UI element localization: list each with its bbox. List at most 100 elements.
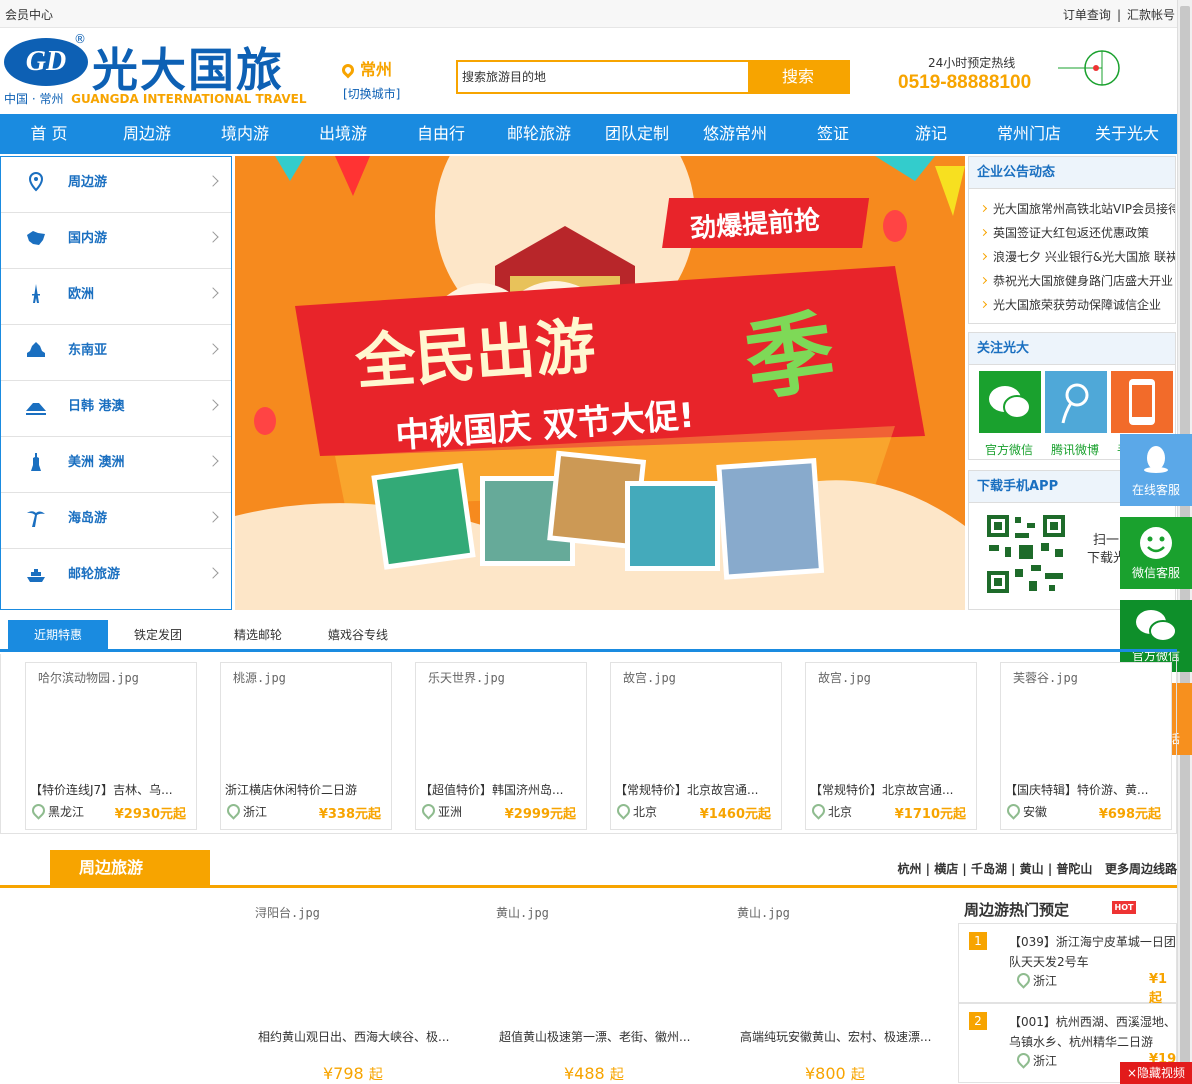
announcement-list: 光大国旅常州高铁北站VIP会员接待 英国签证大红包返还优惠政策 浪漫七夕 兴业银… <box>969 189 1175 317</box>
deal-place: 安徽 <box>1007 803 1047 820</box>
deal-place: 亚洲 <box>422 803 462 820</box>
tab-guaranteed[interactable]: 铁定发团 <box>108 620 208 650</box>
switch-city-link[interactable]: [切换城市] <box>343 85 400 102</box>
deal-card[interactable]: 芙蓉谷.jpg 【国庆特辑】特价游、黄... 安徽 ¥698元起 <box>1000 662 1172 830</box>
hot-item[interactable]: 1 【039】浙江海宁皮革城一日团队天天发2号车 浙江 ¥1起 <box>958 923 1177 1006</box>
nav-travel-notes[interactable]: 游记 <box>882 114 980 154</box>
nav-domestic[interactable]: 境内游 <box>196 114 294 154</box>
tencent-weibo-icon[interactable] <box>1045 371 1107 433</box>
tour-image: 黄山.jpg <box>737 906 790 920</box>
tour-price: ¥800 起 <box>805 1064 865 1083</box>
deal-place: 北京 <box>812 803 852 820</box>
mobile-phone-icon[interactable] <box>1111 371 1173 433</box>
chevron-right-icon <box>207 175 219 187</box>
deal-image: 桃源.jpg <box>233 671 286 685</box>
follow-label[interactable]: 官方微信 <box>985 441 1033 458</box>
nav-visa[interactable]: 签证 <box>784 114 882 154</box>
banner-title-accent: 季 <box>739 298 841 414</box>
order-query-link[interactable]: 订单查询 <box>1063 8 1111 22</box>
nav-stores[interactable]: 常州门店 <box>980 114 1078 154</box>
chevron-right-icon <box>207 399 219 411</box>
announcement-item[interactable]: 光大国旅荣获劳动保障诚信企业 <box>969 293 1175 317</box>
announcement-item[interactable]: 英国签证大红包返还优惠政策 <box>969 221 1175 245</box>
remit-account-link[interactable]: 汇款帐号 <box>1127 8 1175 22</box>
deal-card[interactable]: 故宫.jpg 【常规特价】北京故宫通... 北京 ¥1710元起 <box>805 662 977 830</box>
deal-title: 【常规特价】北京故宫通... <box>810 783 954 797</box>
sidebar-item-cruise[interactable]: 邮轮旅游 <box>1 549 231 605</box>
nav-free-travel[interactable]: 自由行 <box>392 114 490 154</box>
more-nearby-link[interactable]: 更多周边线路 <box>1105 862 1177 876</box>
tour-title: 相约黄山观日出、西海大峡谷、极... <box>258 1030 450 1044</box>
tab-recent-deals[interactable]: 近期特惠 <box>8 620 108 650</box>
deal-title: 【常规特价】北京故宫通... <box>615 783 759 797</box>
sidebar-item-southeast-asia[interactable]: 东南亚 <box>1 325 231 381</box>
sidebar-item-label: 周边游 <box>68 175 108 190</box>
online-service-button[interactable]: 在线客服 <box>1120 434 1192 506</box>
deal-image: 乐天世界.jpg <box>428 671 505 685</box>
deal-price: ¥1460元起 <box>699 807 771 822</box>
chevron-right-icon <box>207 231 219 243</box>
current-city[interactable]: 常州 <box>339 56 393 80</box>
wechat-icon[interactable] <box>979 371 1041 433</box>
deal-card[interactable]: 故宫.jpg 【常规特价】北京故宫通... 北京 ¥1460元起 <box>610 662 782 830</box>
separator: | <box>1116 8 1121 22</box>
sidebar-item-label: 邮轮旅游 <box>68 567 121 582</box>
announcement-item[interactable]: 光大国旅常州高铁北站VIP会员接待 <box>969 197 1175 221</box>
nearby-tour-card[interactable]: 浔阳台.jpg 相约黄山观日出、西海大峡谷、极... ¥798 起 <box>255 900 485 1084</box>
sidebar-item-europe[interactable]: 欧洲 <box>1 269 231 325</box>
sidebar-item-label: 日韩 港澳 <box>68 399 125 414</box>
sidebar-item-nearby[interactable]: 周边游 <box>1 157 231 213</box>
tour-image: 黄山.jpg <box>496 906 549 920</box>
deal-price: ¥1710元起 <box>894 807 966 822</box>
deal-image: 故宫.jpg <box>818 671 871 685</box>
smile-chat-icon <box>1140 527 1172 559</box>
nav-nearby[interactable]: 周边游 <box>98 114 196 154</box>
follow-label[interactable]: 腾讯微博 <box>1051 441 1099 458</box>
hide-video-button[interactable]: ×隐藏视频 <box>1120 1062 1192 1084</box>
nav-home[interactable]: 首 页 <box>0 114 98 154</box>
sidebar-item-label: 欧洲 <box>68 287 95 302</box>
member-center-link[interactable]: 会员中心 <box>5 6 53 23</box>
city-name: 常州 <box>360 60 393 79</box>
deal-card[interactable]: 桃源.jpg 浙江横店休闲特价二日游 浙江 ¥338元起 <box>220 662 392 830</box>
search-button[interactable]: 搜索 <box>748 62 848 92</box>
nav-about[interactable]: 关于光大 <box>1078 114 1176 154</box>
tour-image: 浔阳台.jpg <box>255 906 320 920</box>
search-input[interactable] <box>458 62 748 92</box>
deal-title: 【国庆特辑】特价游、黄... <box>1005 783 1149 797</box>
sidebar-item-label: 美洲 澳洲 <box>68 455 125 470</box>
nearby-city-links[interactable]: 杭州 | 横店 | 千岛湖 | 黄山 | 普陀山 <box>897 862 1092 876</box>
announcement-item[interactable]: 浪漫七夕 兴业银行&光大国旅 联袂 <box>969 245 1175 269</box>
chevron-right-icon <box>207 567 219 579</box>
sidebar-item-label: 国内游 <box>68 231 108 246</box>
wechat-service-button[interactable]: 微信客服 <box>1120 517 1192 589</box>
chevron-right-icon <box>207 343 219 355</box>
brand-subtitle: 中国 · 常州 GUANGDA INTERNATIONAL TRAVEL <box>4 90 307 107</box>
nearby-tour-card[interactable]: 黄山.jpg 高端纯玩安徽黄山、宏村、极速漂... ¥800 起 <box>737 900 967 1084</box>
deal-title: 【超值特价】韩国济州岛... <box>420 783 564 797</box>
announcement-panel: 企业公告动态 光大国旅常州高铁北站VIP会员接待 英国签证大红包返还优惠政策 浪… <box>968 156 1176 324</box>
qq-penguin-icon <box>1144 446 1168 473</box>
nav-group-custom[interactable]: 团队定制 <box>588 114 686 154</box>
nav-cruise[interactable]: 邮轮旅游 <box>490 114 588 154</box>
rank-number: 2 <box>969 1012 987 1030</box>
announcement-item[interactable]: 恭祝光大国旅健身路门店盛大开业 <box>969 269 1175 293</box>
mouse-icon <box>1058 50 1120 86</box>
banner-art <box>235 156 965 610</box>
sidebar-item-americas-australia[interactable]: 美洲 澳洲 <box>1 437 231 493</box>
app-scan-text: 扫一 <box>1093 533 1120 548</box>
deal-card[interactable]: 乐天世界.jpg 【超值特价】韩国济州岛... 亚洲 ¥2999元起 <box>415 662 587 830</box>
qr-code-icon <box>985 513 1067 595</box>
nav-outbound[interactable]: 出境游 <box>294 114 392 154</box>
tab-cruise[interactable]: 精选邮轮 <box>208 620 308 650</box>
nav-changzhou[interactable]: 悠游常州 <box>686 114 784 154</box>
sidebar-item-japan-korea-hk[interactable]: 日韩 港澳 <box>1 381 231 437</box>
promo-banner[interactable]: 劲爆提前抢 全民出游 季 中秋国庆 双节大促! <box>235 156 965 610</box>
tab-xixigu[interactable]: 嬉戏谷专线 <box>308 620 408 650</box>
sidebar-item-islands[interactable]: 海岛游 <box>1 493 231 549</box>
hot-item-title: 【001】杭州西湖、西溪湿地、乌镇水乡、杭州精华二日游 <box>1009 1015 1176 1049</box>
logo[interactable]: GD ® 光大国旅 中国 · 常州 GUANGDA INTERNATIONAL … <box>4 32 314 107</box>
deal-card[interactable]: 哈尔滨动物园.jpg 【特价连线J7】吉林、乌... 黑龙江 ¥2930元起 <box>25 662 197 830</box>
nearby-tour-card[interactable]: 黄山.jpg 超值黄山极速第一漂、老街、徽州... ¥488 起 <box>496 900 726 1084</box>
sidebar-item-domestic[interactable]: 国内游 <box>1 213 231 269</box>
